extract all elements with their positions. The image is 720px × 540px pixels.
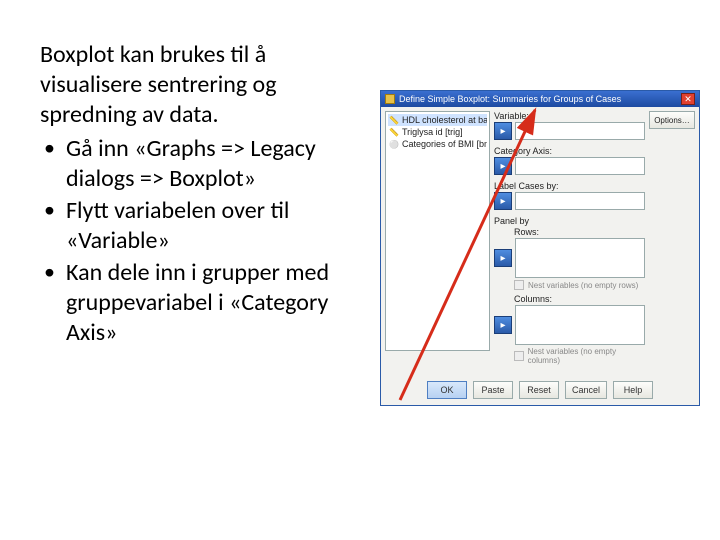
nest-rows-label: Nest variables (no empty rows)	[528, 281, 638, 290]
var-label: Triglysa id [trig]	[402, 127, 463, 137]
nest-rows-checkbox[interactable]	[514, 280, 524, 290]
dialog-button-row: OK Paste Reset Cancel Help	[381, 377, 699, 405]
boxplot-dialog: Define Simple Boxplot: Summaries for Gro…	[380, 90, 700, 406]
var-label: HDL cholesterol at bas…	[402, 115, 487, 125]
variable-slot[interactable]	[515, 122, 645, 140]
panelby-label: Panel by	[494, 216, 645, 226]
labelby-label: Label Cases by:	[494, 181, 645, 191]
close-icon[interactable]: ✕	[681, 93, 695, 105]
dialog-titlebar[interactable]: Define Simple Boxplot: Summaries for Gro…	[381, 91, 699, 107]
move-columns-button[interactable]: ▸	[494, 316, 512, 334]
list-item[interactable]: 📏 Triglysa id [trig]	[388, 126, 487, 138]
dialog-title: Define Simple Boxplot: Summaries for Gro…	[399, 94, 681, 104]
columns-slot[interactable]	[515, 305, 645, 345]
app-icon	[385, 94, 395, 104]
nest-cols-checkbox[interactable]	[514, 351, 524, 361]
move-variable-button[interactable]: ▸	[494, 122, 512, 140]
bullet-1: Gå inn «Graphs => Legacy dialogs => Boxp…	[40, 134, 370, 194]
scale-icon: 📏	[389, 115, 399, 125]
nest-cols-label: Nest variables (no empty columns)	[528, 347, 645, 365]
list-item[interactable]: 📏 HDL cholesterol at bas…	[388, 114, 487, 126]
var-label: Categories of BMI [bm…	[402, 139, 487, 149]
category-label: Category Axis:	[494, 146, 645, 156]
options-button[interactable]: Options…	[649, 111, 695, 129]
intro-text: Boxplot kan brukes til å visualisere sen…	[40, 40, 370, 130]
scale-icon: 📏	[389, 127, 399, 137]
variable-list[interactable]: 📏 HDL cholesterol at bas… 📏 Triglysa id …	[385, 111, 490, 351]
labelby-slot[interactable]	[515, 192, 645, 210]
move-rows-button[interactable]: ▸	[494, 249, 512, 267]
bullet-3: Kan dele inn i grupper med gruppevariabe…	[40, 258, 370, 348]
variable-label: Variable:	[494, 111, 645, 121]
rows-slot[interactable]	[515, 238, 645, 278]
move-labelby-button[interactable]: ▸	[494, 192, 512, 210]
paste-button[interactable]: Paste	[473, 381, 513, 399]
columns-label: Columns:	[514, 294, 645, 304]
ok-button[interactable]: OK	[427, 381, 467, 399]
move-category-button[interactable]: ▸	[494, 157, 512, 175]
bullet-2: Flytt variabelen over til «Variable»	[40, 196, 370, 256]
list-item[interactable]: ⚪ Categories of BMI [bm…	[388, 138, 487, 150]
rows-label: Rows:	[514, 227, 645, 237]
reset-button[interactable]: Reset	[519, 381, 559, 399]
category-slot[interactable]	[515, 157, 645, 175]
slide-text: Boxplot kan brukes til å visualisere sen…	[40, 40, 370, 350]
help-button[interactable]: Help	[613, 381, 653, 399]
nominal-icon: ⚪	[389, 139, 399, 149]
cancel-button[interactable]: Cancel	[565, 381, 607, 399]
